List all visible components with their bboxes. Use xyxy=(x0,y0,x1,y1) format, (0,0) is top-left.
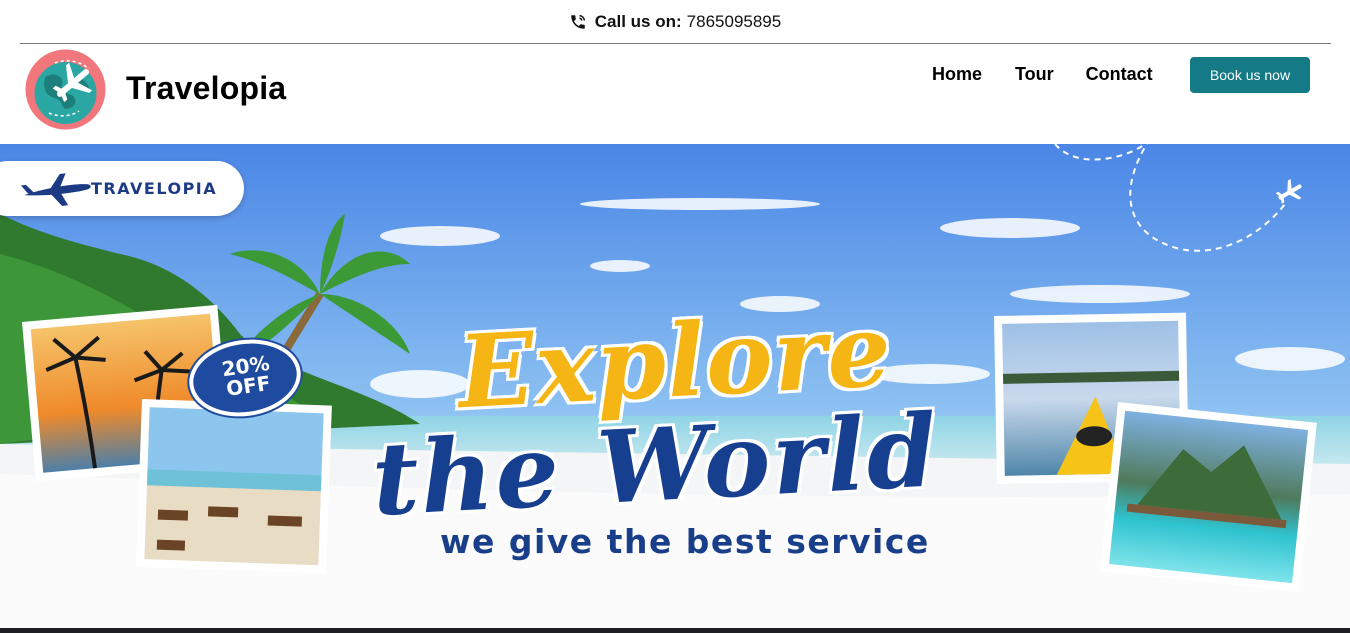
call-label: Call us on: xyxy=(594,12,682,31)
contact-bar: Call us on: 7865095895 xyxy=(0,0,1350,44)
hero-logo-text: TRAVELOPIA xyxy=(91,179,218,198)
brand-name[interactable]: Travelopia xyxy=(126,70,286,107)
book-us-now-button[interactable]: Book us now xyxy=(1190,57,1310,93)
footer-edge xyxy=(0,628,1350,633)
site-header: Travelopia Home Tour Contact Book us now xyxy=(0,44,1350,144)
nav-item-home[interactable]: Home xyxy=(932,64,982,85)
phone-icon xyxy=(569,13,587,31)
nav-item-tour[interactable]: Tour xyxy=(1015,64,1054,85)
phone-number[interactable]: 7865095895 xyxy=(687,12,782,32)
airplane-icon xyxy=(20,173,91,207)
main-nav: Home Tour Contact xyxy=(932,64,1153,85)
hero-banner: TRAVELOPIA 20% OFF Explore the World we … xyxy=(0,144,1350,633)
hero-tagline: we give the best service xyxy=(440,522,930,561)
nav-item-contact[interactable]: Contact xyxy=(1086,64,1153,85)
globe-airplane-icon[interactable] xyxy=(25,49,106,130)
